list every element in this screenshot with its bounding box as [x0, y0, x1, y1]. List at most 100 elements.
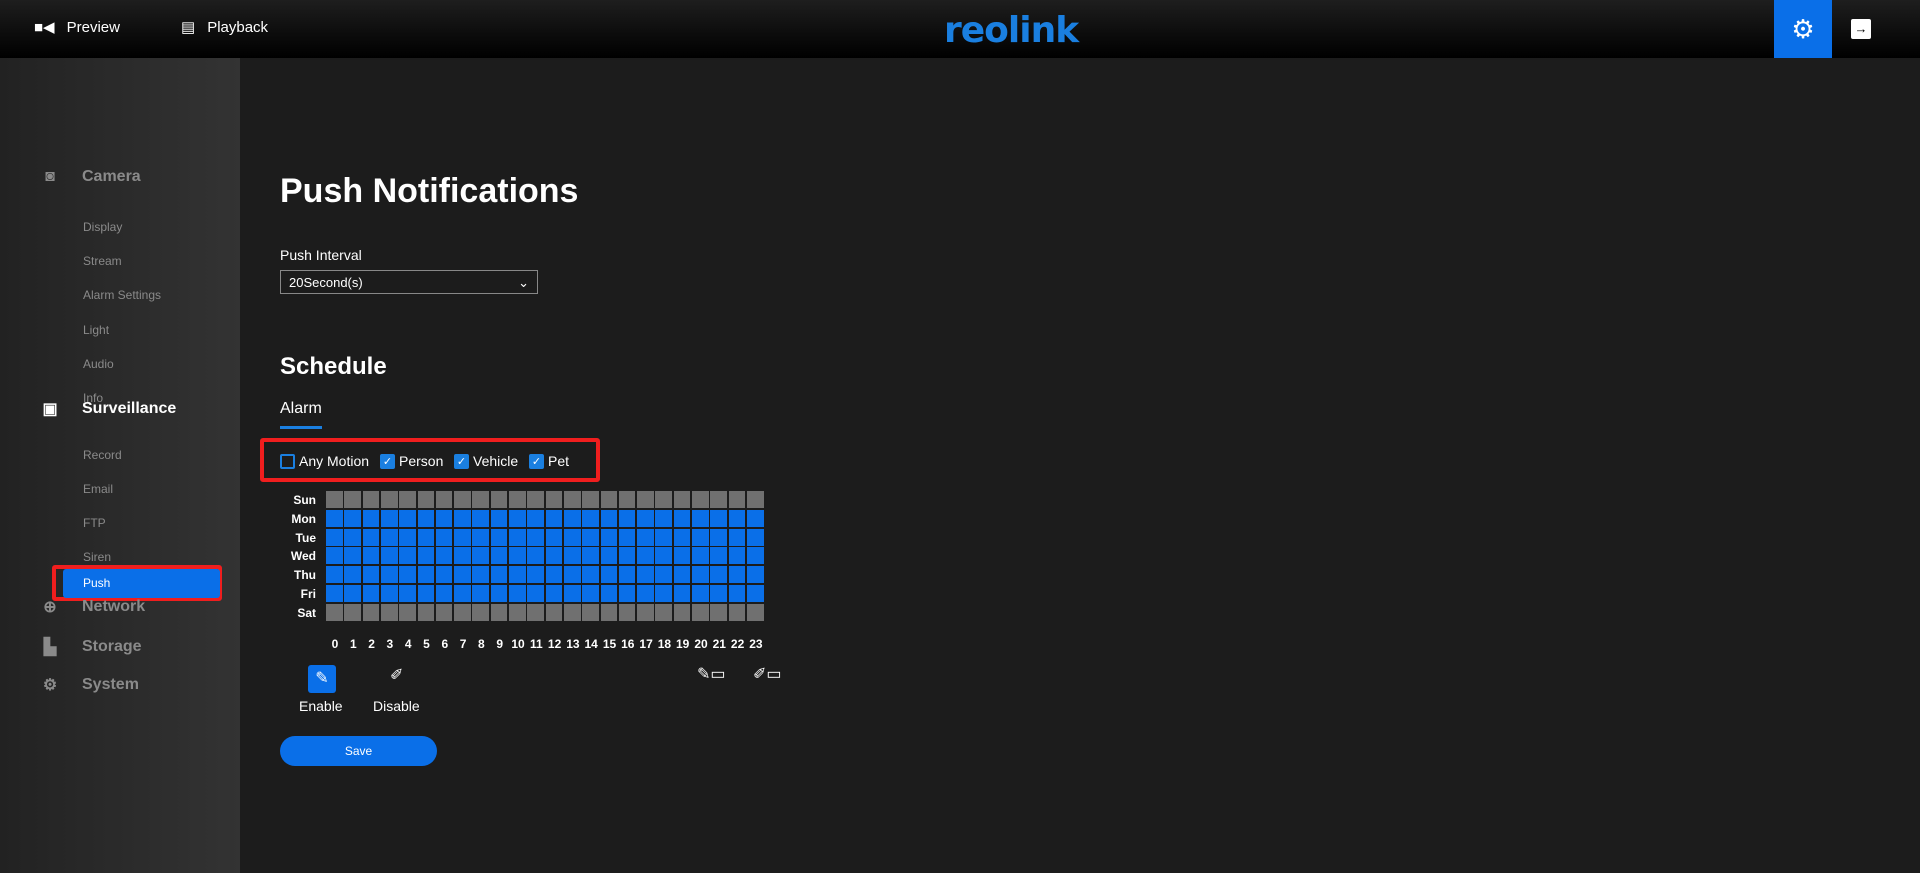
schedule-cell[interactable] — [563, 547, 581, 565]
schedule-cell[interactable] — [563, 509, 581, 527]
schedule-cell[interactable] — [380, 509, 398, 527]
schedule-cell[interactable] — [545, 603, 563, 621]
schedule-cell[interactable] — [655, 509, 673, 527]
schedule-cell[interactable] — [417, 566, 435, 584]
schedule-cell[interactable] — [362, 509, 380, 527]
schedule-cell[interactable] — [326, 491, 343, 508]
schedule-cell[interactable] — [417, 528, 435, 546]
schedule-cell[interactable] — [746, 547, 764, 565]
schedule-cell[interactable] — [728, 547, 746, 565]
schedule-cell[interactable] — [472, 528, 490, 546]
schedule-cell[interactable] — [563, 585, 581, 602]
schedule-cell[interactable] — [746, 585, 764, 602]
schedule-cell[interactable] — [362, 566, 380, 584]
schedule-cell[interactable] — [600, 585, 618, 602]
schedule-cell[interactable] — [655, 566, 673, 584]
schedule-cell[interactable] — [655, 547, 673, 565]
schedule-cell[interactable] — [637, 528, 654, 546]
schedule-cell[interactable] — [582, 491, 599, 508]
schedule-cell[interactable] — [563, 528, 581, 546]
schedule-cell[interactable] — [454, 509, 471, 527]
schedule-cell[interactable] — [692, 528, 709, 546]
sidebar-item-push[interactable]: Push — [63, 569, 220, 598]
schedule-cell[interactable] — [399, 509, 416, 527]
schedule-cell[interactable] — [326, 528, 343, 546]
schedule-cell[interactable] — [362, 603, 380, 621]
push-interval-select[interactable]: 20Second(s) ⌄ — [280, 270, 538, 294]
schedule-cell[interactable] — [417, 509, 435, 527]
save-button[interactable]: Save — [280, 736, 437, 766]
schedule-cell[interactable] — [673, 509, 691, 527]
sidebar-item-display[interactable]: Display — [83, 220, 122, 234]
schedule-cell[interactable] — [746, 528, 764, 546]
schedule-cell[interactable] — [472, 566, 490, 584]
schedule-cell[interactable] — [490, 547, 508, 565]
schedule-cell[interactable] — [344, 491, 361, 508]
schedule-cell[interactable] — [527, 547, 544, 565]
schedule-cell[interactable] — [673, 566, 691, 584]
schedule-cell[interactable] — [435, 528, 453, 546]
schedule-cell[interactable] — [435, 509, 453, 527]
preview-nav[interactable]: ■◀ Preview — [34, 18, 120, 37]
schedule-cell[interactable] — [509, 491, 526, 508]
schedule-cell[interactable] — [326, 603, 343, 621]
schedule-cell[interactable] — [380, 547, 398, 565]
schedule-cell[interactable] — [527, 491, 544, 508]
schedule-cell[interactable] — [692, 547, 709, 565]
schedule-cell[interactable] — [637, 547, 654, 565]
schedule-cell[interactable] — [509, 547, 526, 565]
schedule-cell[interactable] — [380, 491, 398, 508]
schedule-cell[interactable] — [710, 528, 727, 546]
schedule-cell[interactable] — [582, 585, 599, 602]
schedule-cell[interactable] — [527, 528, 544, 546]
schedule-cell[interactable] — [692, 585, 709, 602]
schedule-cell[interactable] — [472, 547, 490, 565]
schedule-cell[interactable] — [399, 603, 416, 621]
schedule-cell[interactable] — [728, 528, 746, 546]
schedule-cell[interactable] — [326, 566, 343, 584]
schedule-cell[interactable] — [326, 547, 343, 565]
schedule-cell[interactable] — [600, 547, 618, 565]
schedule-cell[interactable] — [637, 491, 654, 508]
sidebar-item-siren[interactable]: Siren — [83, 550, 111, 564]
schedule-cell[interactable] — [582, 603, 599, 621]
schedule-cell[interactable] — [600, 603, 618, 621]
schedule-cell[interactable] — [344, 528, 361, 546]
sidebar-item-stream[interactable]: Stream — [83, 254, 122, 268]
schedule-cell[interactable] — [545, 491, 563, 508]
schedule-cell[interactable] — [454, 603, 471, 621]
schedule-cell[interactable] — [417, 585, 435, 602]
schedule-cell[interactable] — [362, 547, 380, 565]
schedule-cell[interactable] — [509, 585, 526, 602]
schedule-cell[interactable] — [746, 491, 764, 508]
schedule-cell[interactable] — [637, 509, 654, 527]
schedule-cell[interactable] — [454, 528, 471, 546]
schedule-cell[interactable] — [655, 528, 673, 546]
sidebar-item-record[interactable]: Record — [83, 448, 122, 462]
schedule-cell[interactable] — [728, 509, 746, 527]
schedule-cell[interactable] — [618, 509, 636, 527]
schedule-cell[interactable] — [673, 528, 691, 546]
schedule-cell[interactable] — [600, 509, 618, 527]
schedule-cell[interactable] — [326, 509, 343, 527]
schedule-cell[interactable] — [710, 547, 727, 565]
sidebar-item-light[interactable]: Light — [83, 323, 109, 337]
schedule-cell[interactable] — [582, 528, 599, 546]
schedule-cell[interactable] — [490, 509, 508, 527]
schedule-cell[interactable] — [618, 547, 636, 565]
schedule-cell[interactable] — [509, 566, 526, 584]
schedule-cell[interactable] — [509, 528, 526, 546]
schedule-cell[interactable] — [582, 547, 599, 565]
schedule-cell[interactable] — [545, 509, 563, 527]
schedule-cell[interactable] — [563, 491, 581, 508]
schedule-cell[interactable] — [490, 566, 508, 584]
schedule-cell[interactable] — [545, 547, 563, 565]
eraser-icon[interactable]: ✐ — [390, 665, 406, 685]
schedule-cell[interactable] — [527, 603, 544, 621]
schedule-cell[interactable] — [600, 528, 618, 546]
any-motion-checkbox[interactable]: Any Motion — [280, 453, 369, 469]
schedule-cell[interactable] — [380, 603, 398, 621]
schedule-cell[interactable] — [527, 566, 544, 584]
schedule-cell[interactable] — [746, 603, 764, 621]
schedule-cell[interactable] — [472, 603, 490, 621]
